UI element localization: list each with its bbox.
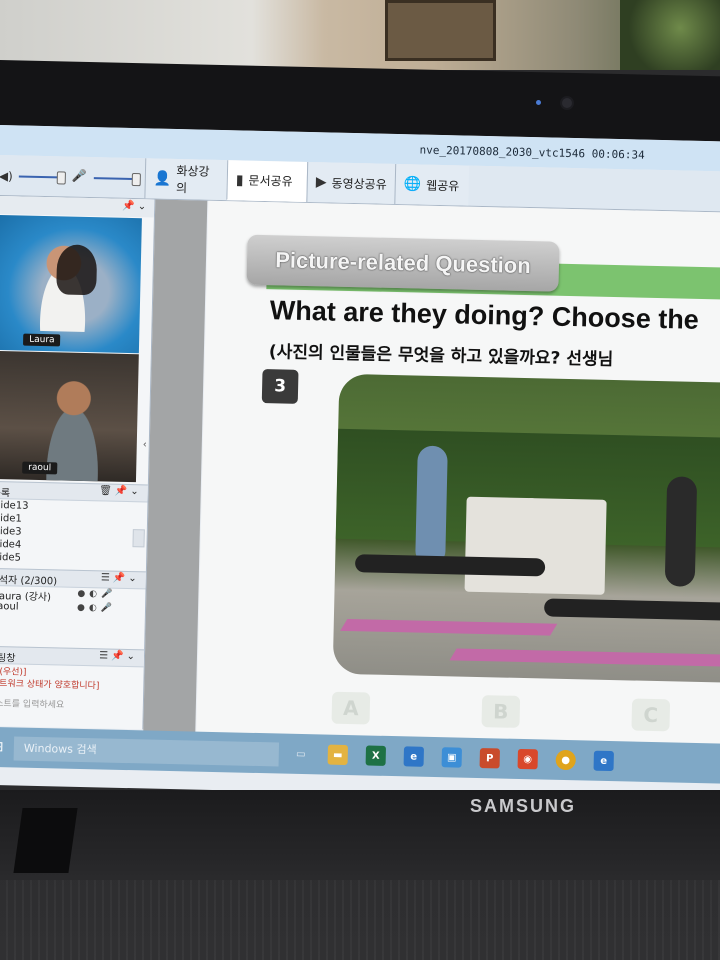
tab-label: 화상강의 <box>175 164 210 196</box>
video-panel-header: 📌 ⌄ <box>0 195 155 218</box>
photo-woman-right-legs <box>543 598 720 622</box>
webcam <box>562 98 572 108</box>
play-icon: ▶ <box>315 174 327 191</box>
photo-woman-right <box>664 476 698 587</box>
document-icon: ▮ <box>235 171 244 189</box>
photo-yoga-mat <box>340 619 558 636</box>
photo-pillar <box>524 498 607 595</box>
webcam-led <box>536 100 541 105</box>
question-type-badge: Picture-related Question <box>246 234 560 292</box>
internet-explorer-icon[interactable]: e <box>403 746 425 767</box>
participant-status-icons: ●◐🎤 <box>77 588 117 600</box>
microphone-icon[interactable]: 🎤 <box>72 169 87 183</box>
video-feed-laura: Laura <box>0 214 142 354</box>
speaker-volume-knob[interactable] <box>56 171 66 185</box>
list-item[interactable]: Slide13 <box>0 500 29 512</box>
list-item[interactable]: Slide3 <box>0 526 22 538</box>
question-title: What are they doing? Choose the <box>269 295 700 335</box>
yoga-photo <box>332 373 720 684</box>
video-name-label: Laura <box>23 333 61 347</box>
menu-pin-collapse-icons[interactable]: ☰📌⌄ <box>99 650 138 662</box>
laptop-screen: nve_20170808_2030_vtc1546 00:06:34 ◀) 🎤 … <box>0 125 720 803</box>
tab-video-lecture[interactable]: 👤 화상강의 <box>144 158 228 201</box>
participants-title: 참석자 (2/300) <box>0 574 58 588</box>
menu-pin-collapse-icons[interactable]: ☰📌⌄ <box>101 572 140 584</box>
keyboard <box>0 880 720 960</box>
wall-picture-frame <box>385 0 496 61</box>
tab-video-share[interactable]: ▶ 동영상공유 <box>306 161 396 204</box>
left-panel: 📌 ⌄ Laura raoul ‹ 목록 🗑📌⌄ Slide13 Slide1 … <box>0 195 156 730</box>
question-number-badge: 3 <box>261 369 299 404</box>
photo-woman-left <box>415 445 448 567</box>
person-icon: 👤 <box>153 170 172 187</box>
photo-yoga-mat <box>449 648 720 668</box>
slides-list-header: 목록 🗑📌⌄ <box>0 480 148 503</box>
app-icon[interactable]: ◉ <box>517 748 538 770</box>
participants-header: 참석자 (2/300) ☰📌⌄ <box>0 567 146 590</box>
trash-pin-collapse-icons[interactable]: 🗑📌⌄ <box>99 485 142 497</box>
participant-status-icons: ●◐🎤 <box>76 602 117 614</box>
tab-label: 동영상공유 <box>331 176 387 192</box>
laptop-hinge <box>13 808 78 873</box>
windows-start-icon[interactable]: ⊞ <box>0 739 8 755</box>
chat-title: 채팅창 <box>0 652 16 665</box>
video-feed-raoul: raoul <box>0 350 139 483</box>
list-item[interactable]: Slide5 <box>0 552 21 564</box>
tab-label: 문서공유 <box>248 173 293 189</box>
shared-slide: Picture-related Question What are they d… <box>196 200 720 754</box>
choice-a-button[interactable]: A <box>331 691 371 725</box>
speaker-icon[interactable]: ◀) <box>0 169 13 183</box>
tab-document-share[interactable]: ▮ 문서공유 <box>226 160 308 202</box>
chat-input[interactable]: 텍스트를 입력하세요 <box>0 696 64 711</box>
list-item[interactable]: Slide1 <box>0 513 22 525</box>
photo-woman-left-legs <box>354 554 546 577</box>
plant <box>620 0 720 70</box>
chat-line: [네트워크 상태가 양호합니다] <box>0 678 100 692</box>
internet-explorer-icon[interactable]: e <box>593 750 614 772</box>
app-icon[interactable]: ▣ <box>441 747 462 768</box>
collapse-arrow-icon[interactable]: ‹ <box>143 439 147 450</box>
mic-volume-knob[interactable] <box>131 173 141 187</box>
excel-icon[interactable]: X <box>365 745 387 766</box>
windows-search-input[interactable]: Windows 검색 <box>13 736 280 767</box>
list-item[interactable]: Slide4 <box>0 539 21 551</box>
video-name-label: raoul <box>22 461 58 475</box>
task-view-icon[interactable]: ▭ <box>291 744 311 764</box>
question-subtitle: (사진의 인물들은 무엇을 하고 있을까요? 선생님 <box>268 342 614 370</box>
laptop-brand-logo: SAMSUNG <box>470 796 577 816</box>
choice-b-button[interactable]: B <box>481 695 521 728</box>
room-background <box>0 0 720 70</box>
instructor-hair <box>56 244 98 296</box>
tab-web-share[interactable]: 🌐 웹공유 <box>394 163 470 206</box>
powerpoint-icon[interactable]: P <box>479 748 500 769</box>
chrome-icon[interactable]: ● <box>555 749 576 771</box>
window-title: nve_20170808_2030_vtc1546 00:06:34 <box>419 143 645 162</box>
pin-and-collapse-icons[interactable]: 📌 ⌄ <box>122 201 146 213</box>
choice-c-button[interactable]: C <box>631 698 671 732</box>
globe-icon: 🌐 <box>403 176 422 193</box>
tab-label: 웹공유 <box>426 178 460 193</box>
participant-item[interactable]: raoul <box>0 601 19 613</box>
slides-list-title: 목록 <box>0 487 11 500</box>
slides-scrollbar[interactable] <box>132 529 145 548</box>
file-explorer-icon[interactable]: ▬ <box>327 744 349 766</box>
